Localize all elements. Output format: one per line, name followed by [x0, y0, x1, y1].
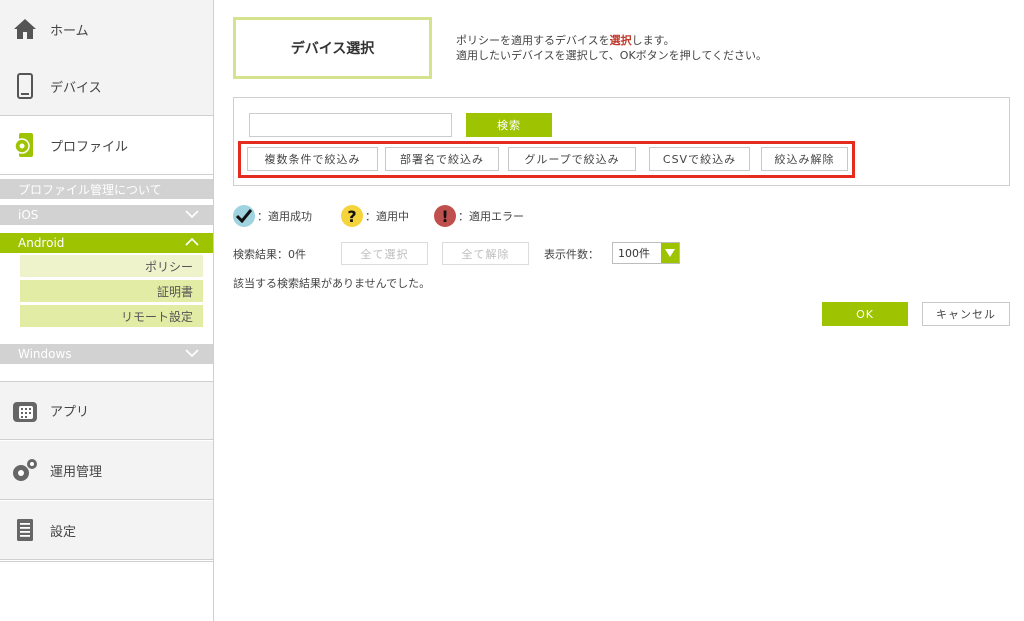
no-results-message: 該当する検索結果がありませんでした。	[233, 277, 431, 290]
nav-operations[interactable]: 運用管理	[0, 441, 213, 500]
filter-csv-button[interactable]: CSVで絞込み	[649, 147, 750, 171]
sidebar-android-certificate[interactable]: 証明書	[20, 280, 203, 302]
app-grid-icon	[0, 399, 50, 423]
nav-device-label: デバイス	[50, 80, 102, 96]
legend-success-label: ：適用成功	[257, 210, 312, 223]
phone-icon	[0, 73, 50, 99]
cancel-button[interactable]: キャンセル	[922, 302, 1010, 326]
legend-error-label: ：適用エラー	[458, 210, 524, 223]
android-policy-label: ポリシー	[144, 259, 193, 274]
sidebar-android[interactable]: Android	[0, 233, 213, 253]
result-count: 検索結果：0件	[233, 248, 306, 261]
gears-icon	[0, 457, 50, 483]
per-page-label: 表示件数：	[544, 248, 599, 261]
check-icon	[233, 205, 255, 227]
nav-operations-label: 運用管理	[50, 464, 103, 480]
filter-clear-button[interactable]: 絞込み解除	[761, 147, 848, 171]
nav-app-label: アプリ	[50, 405, 90, 420]
android-label: Android	[18, 236, 65, 250]
description-line-1: ポリシーを適用するデバイスを選択します。	[456, 33, 767, 48]
chevron-up-icon	[185, 235, 199, 252]
description-line-2: 適用したいデバイスを選択して、OKボタンを押してください。	[456, 49, 767, 62]
search-input[interactable]	[249, 113, 452, 137]
legend-applying-label: ：適用中	[365, 210, 409, 223]
sidebar-android-policy[interactable]: ポリシー	[20, 255, 203, 277]
per-page-select[interactable]: 100件	[612, 242, 680, 264]
description-text: ポリシーを適用するデバイスを	[456, 34, 610, 47]
home-icon	[0, 18, 50, 40]
search-button[interactable]: 検索	[466, 113, 552, 137]
profile-gear-icon	[0, 132, 50, 158]
nav-app[interactable]: アプリ	[0, 381, 213, 440]
chevron-down-icon	[185, 207, 199, 224]
sidebar: ホーム デバイス プロファイル プロファイル管理について iOS Android…	[0, 0, 214, 621]
chevron-down-icon	[185, 346, 199, 363]
sidebar-ios[interactable]: iOS	[0, 205, 213, 225]
android-certificate-label: 証明書	[156, 284, 193, 299]
legend-success: ：適用成功	[233, 205, 312, 227]
profile-about-label: プロファイル管理について	[18, 182, 162, 197]
nav-profile-label: プロファイル	[50, 139, 129, 155]
legend-error: ! ：適用エラー	[434, 205, 524, 227]
nav-settings[interactable]: 設定	[0, 501, 213, 560]
windows-label: Windows	[18, 347, 72, 361]
legend-applying: ? ：適用中	[341, 205, 409, 227]
filter-multi-condition-button[interactable]: 複数条件で絞込み	[247, 147, 378, 171]
nav-home-label: ホーム	[50, 23, 89, 39]
page-title: デバイス選択	[233, 17, 432, 79]
nav-device[interactable]: デバイス	[0, 57, 213, 116]
page-title-text: デバイス選択	[290, 41, 375, 57]
sidebar-divider	[0, 561, 213, 562]
deselect-all-button[interactable]: 全て解除	[442, 242, 529, 265]
description-highlight: 選択	[609, 34, 632, 47]
description-text: します。	[631, 34, 675, 47]
ok-button[interactable]: OK	[822, 302, 908, 326]
document-icon	[0, 518, 50, 542]
nav-home[interactable]: ホーム	[0, 0, 213, 59]
per-page-value: 100件	[618, 247, 650, 260]
filter-group-button[interactable]: グループで絞込み	[508, 147, 636, 171]
sidebar-windows[interactable]: Windows	[0, 344, 213, 364]
question-icon: ?	[341, 205, 363, 227]
nav-settings-label: 設定	[50, 524, 77, 540]
nav-profile[interactable]: プロファイル	[0, 116, 213, 175]
sidebar-profile-about[interactable]: プロファイル管理について	[0, 179, 213, 199]
android-remote-label: リモート設定	[120, 309, 193, 324]
exclamation-icon: !	[434, 205, 456, 227]
dropdown-arrow-icon	[661, 243, 679, 263]
select-all-button[interactable]: 全て選択	[341, 242, 428, 265]
filter-department-button[interactable]: 部署名で絞込み	[385, 147, 499, 171]
ios-label: iOS	[18, 208, 39, 222]
sidebar-android-remote-settings[interactable]: リモート設定	[20, 305, 203, 327]
page-description: ポリシーを適用するデバイスを選択します。 適用したいデバイスを選択して、OKボタ…	[456, 33, 767, 63]
